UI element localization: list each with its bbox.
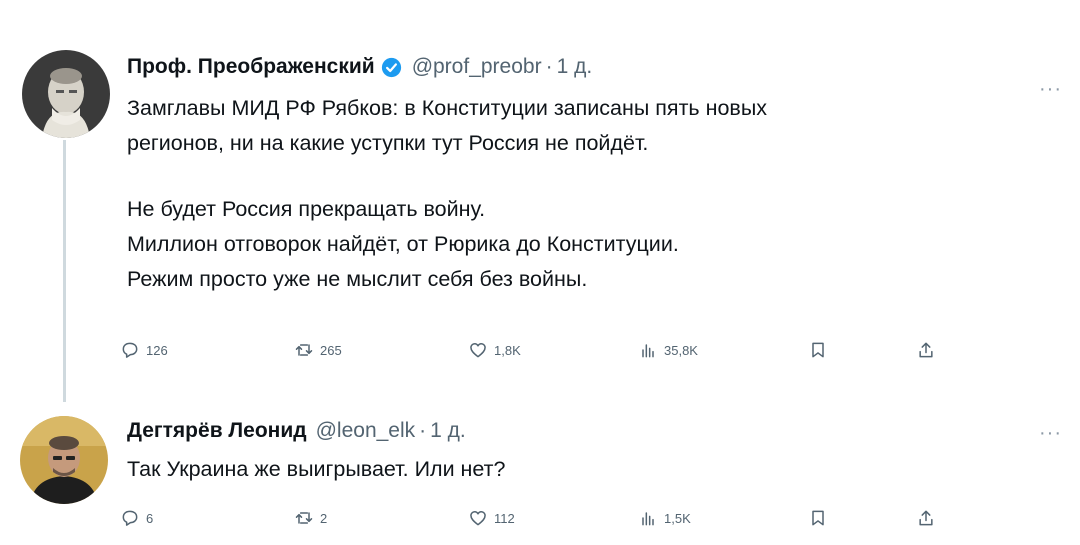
bookmark-button[interactable]: [808, 508, 828, 528]
tweet-actions: 6 2 112 1,5K: [120, 508, 960, 532]
tweet-card[interactable]: Проф. Преображенский @prof_preobr · 1 д.…: [0, 0, 1080, 402]
tweet-text-line: [127, 161, 767, 196]
repost-icon: [295, 344, 313, 356]
reply-button[interactable]: 6: [120, 508, 153, 528]
avatar[interactable]: [22, 50, 110, 138]
heart-icon: [470, 511, 486, 526]
bookmark-icon: [812, 510, 824, 526]
views-bar-chart-icon: [642, 344, 654, 358]
bookmark-button[interactable]: [808, 340, 828, 360]
share-icon: [919, 510, 933, 526]
tweet-header: Проф. Преображенский @prof_preobr · 1 д.: [127, 55, 592, 79]
tweet-header: Дегтярёв Леонид @leon_elk · 1 д.: [127, 419, 466, 443]
reply-count: 6: [146, 510, 154, 526]
verified-badge-icon: [381, 57, 402, 78]
timestamp[interactable]: 1 д.: [557, 55, 593, 79]
avatar[interactable]: [20, 416, 108, 504]
author-name[interactable]: Дегтярёв Леонид: [127, 419, 307, 443]
thread-line: [63, 140, 66, 402]
views-count: 35,8K: [664, 342, 698, 358]
tweet-text-line: Не будет Россия прекращать войну.: [127, 197, 486, 221]
tweet-text: Так Украина же выигрывает. Или нет?: [127, 452, 505, 487]
views-bar-chart-icon: [642, 512, 654, 526]
share-button[interactable]: [916, 340, 936, 360]
repost-icon: [295, 512, 313, 524]
views-button[interactable]: 1,5K: [638, 508, 691, 528]
heart-icon: [470, 343, 486, 358]
author-handle[interactable]: @leon_elk: [316, 419, 416, 443]
tweet-text-line: Так Украина же выигрывает. Или нет?: [127, 457, 506, 481]
tweet-card[interactable]: Дегтярёв Леонид @leon_elk · 1 д. ··· Так…: [0, 400, 1080, 545]
share-icon: [919, 342, 933, 358]
timestamp[interactable]: 1 д.: [430, 419, 466, 443]
repost-button[interactable]: 265: [294, 340, 342, 360]
separator-dot: ·: [545, 55, 553, 78]
tweet-text-line: Режим просто уже не мыслит себя без войн…: [127, 267, 588, 291]
separator-dot: ·: [419, 419, 427, 442]
tweet-text-line: Замглавы МИД РФ Рябков: в Конституции за…: [127, 96, 768, 120]
views-button[interactable]: 35,8K: [638, 340, 698, 360]
tweet-actions: 126 265 1,8K 35,8K: [120, 340, 960, 364]
share-button[interactable]: [916, 508, 936, 528]
reply-icon: [122, 342, 138, 358]
reply-button[interactable]: 126: [120, 340, 168, 360]
like-count: 112: [494, 510, 515, 526]
author-handle[interactable]: @prof_preobr: [412, 55, 542, 79]
like-button[interactable]: 1,8K: [468, 340, 521, 360]
more-options-icon[interactable]: ···: [1039, 78, 1062, 101]
author-name[interactable]: Проф. Преображенский: [127, 55, 375, 79]
tweet-text: Замглавы МИД РФ Рябков: в Конституции за…: [127, 91, 767, 297]
like-button[interactable]: 112: [468, 508, 515, 528]
reply-icon: [122, 510, 138, 526]
views-count: 1,5K: [664, 510, 691, 526]
like-count: 1,8K: [494, 342, 521, 358]
tweet-text-line: регионов, ни на какие уступки тут Россия…: [127, 131, 649, 155]
more-options-icon[interactable]: ···: [1039, 422, 1062, 445]
repost-count: 265: [320, 342, 342, 358]
repost-button[interactable]: 2: [294, 508, 327, 528]
repost-count: 2: [320, 510, 328, 526]
bookmark-icon: [812, 342, 824, 358]
tweet-text-line: Миллион отговорок найдёт, от Рюрика до К…: [127, 232, 679, 256]
reply-count: 126: [146, 342, 168, 358]
